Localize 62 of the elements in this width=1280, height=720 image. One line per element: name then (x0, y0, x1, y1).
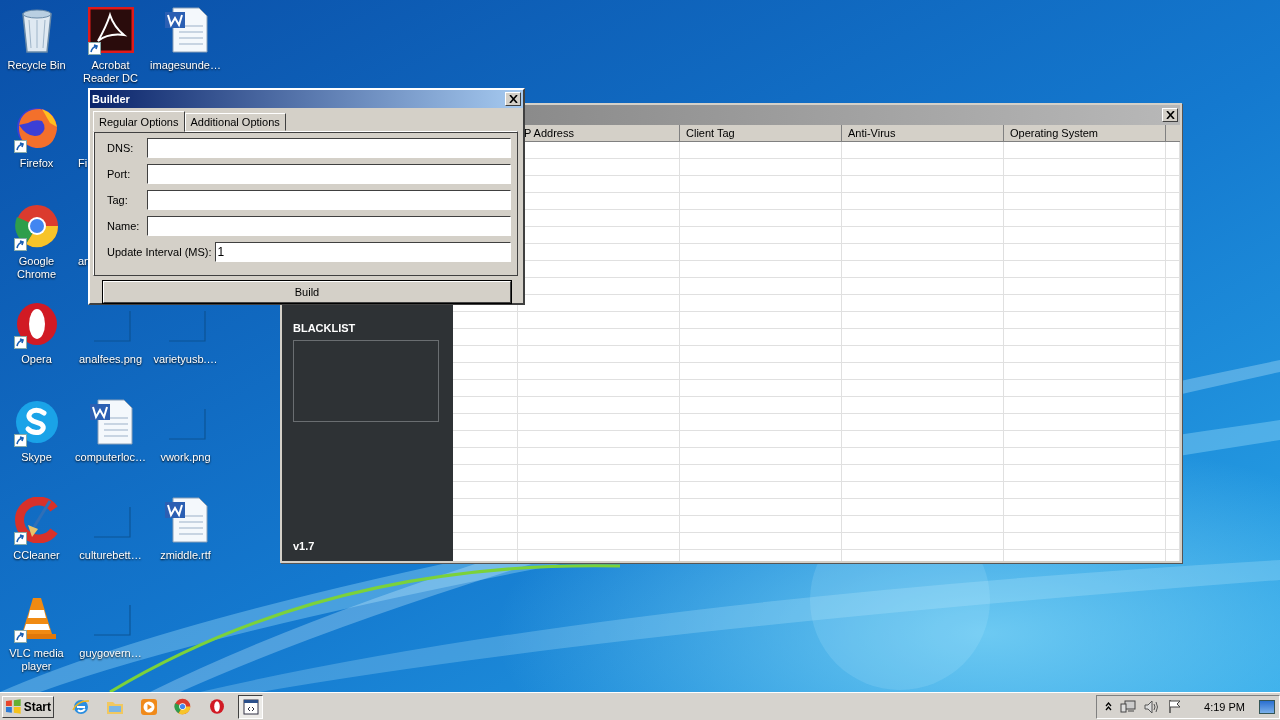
show-desktop-button[interactable] (1259, 699, 1275, 714)
desktop-icon-label[interactable]: CCleaner (13, 549, 60, 562)
speaker-icon[interactable] (1144, 699, 1161, 714)
windows-logo-icon (5, 699, 22, 714)
clock[interactable]: 4:19 PM (1204, 700, 1245, 713)
desktop-icon-label[interactable]: varietyusb.… (153, 353, 218, 366)
tab[interactable]: Regular Options (93, 111, 185, 132)
chevron-up-icon[interactable] (1105, 702, 1113, 711)
desktop-icon-label[interactable]: Fi (78, 157, 88, 170)
close-button[interactable] (505, 92, 521, 106)
word-document-icon[interactable] (162, 496, 209, 544)
flag-icon[interactable] (1168, 699, 1183, 714)
chrome-icon (174, 698, 191, 715)
word-document-icon[interactable] (162, 6, 209, 54)
skype-icon[interactable] (13, 399, 60, 445)
desktop-icon-label[interactable]: Skype (21, 451, 52, 464)
acrobat-icon[interactable] (87, 7, 134, 53)
tab[interactable]: Additional Options (184, 113, 286, 131)
desktop-icon-label[interactable]: Recycle Bin (7, 59, 66, 72)
play-icon (139, 697, 158, 716)
desktop-icon-label[interactable]: analfees.png (79, 353, 142, 366)
desktop-icon-label[interactable]: Google Chrome (0, 255, 73, 281)
client-table[interactable]: P Address Client Tag Anti-Virus Operating System (453, 125, 1180, 561)
field-label: Tag: (107, 194, 129, 206)
desktop-icon-label[interactable]: Firefox (19, 157, 54, 170)
section-label: BLACKLIST (293, 322, 357, 334)
field-label: Update Interval (MS): (107, 246, 212, 258)
column-header[interactable]: Anti-Virus (842, 125, 1004, 141)
input-field[interactable] (147, 138, 511, 158)
column-header[interactable]: Client Tag (680, 125, 842, 141)
input-field[interactable] (147, 190, 511, 210)
desktop-icon-label[interactable]: vwork.png (160, 451, 211, 464)
input-field[interactable] (147, 216, 511, 236)
input-field[interactable]: 1 (214, 242, 511, 262)
close-icon (508, 95, 518, 103)
desktop-icon-label[interactable]: computerloc… (75, 451, 146, 464)
desktop-icon-label[interactable]: VLC media player (0, 647, 73, 673)
opera-icon (208, 698, 225, 715)
desktop-icon-label[interactable]: culturebett… (79, 549, 142, 562)
taskbar-button[interactable] (238, 694, 263, 719)
build-button[interactable]: Build (103, 281, 511, 303)
desktop-icon-label[interactable]: Opera (21, 353, 52, 366)
broom-c-icon[interactable] (13, 497, 60, 543)
window-title: Builder (92, 93, 130, 105)
field-label: DNS: (107, 142, 135, 154)
desktop-icon-label[interactable]: zmiddle.rtf (160, 549, 211, 562)
word-document-icon[interactable] (87, 398, 134, 446)
network-icon[interactable] (1120, 699, 1137, 714)
app-window-icon (242, 698, 259, 715)
version-label: v1.7 (293, 540, 316, 552)
chrome-icon[interactable] (13, 203, 60, 249)
desktop-icon-label[interactable]: Acrobat Reader DC (73, 59, 148, 85)
field-label: Port: (107, 168, 132, 180)
close-button[interactable] (1162, 108, 1178, 122)
desktop-icon-label[interactable]: imagesunde… (150, 59, 221, 72)
e-globe-icon (71, 697, 90, 716)
column-header[interactable]: Operating System (1004, 125, 1166, 141)
input-field[interactable] (147, 164, 511, 184)
close-icon (1165, 111, 1175, 119)
blacklist-box[interactable] (293, 340, 439, 422)
start-button[interactable]: Start (2, 695, 54, 718)
field-label: Name: (107, 220, 141, 232)
